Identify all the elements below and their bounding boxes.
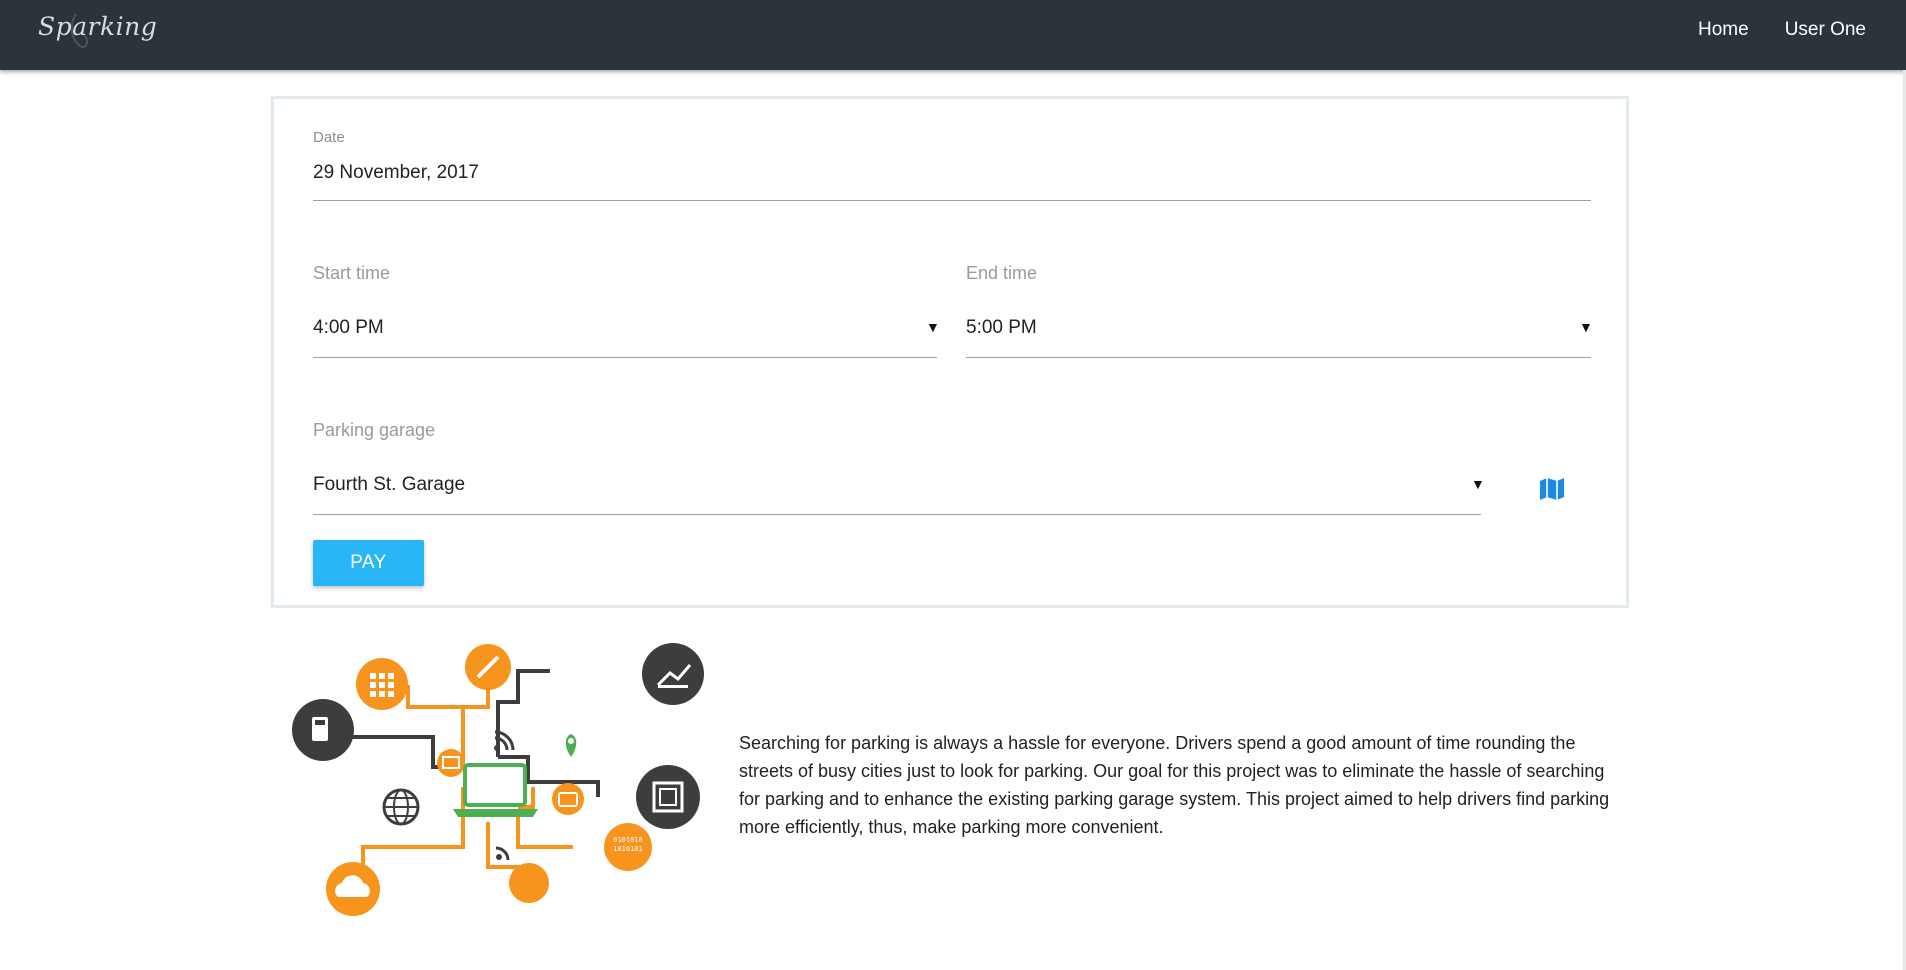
map-icon[interactable] (1539, 477, 1565, 501)
chip-circle-icon (636, 765, 700, 829)
end-time-select[interactable]: 5:00 PM (966, 317, 1037, 339)
tv-circle-icon (552, 783, 584, 815)
start-time-caret-down-icon[interactable]: ▼ (926, 319, 940, 335)
garage-underline (313, 514, 1481, 515)
money-circle-icon (437, 749, 465, 777)
connected-devices-illustration: 0101010 1010101 (292, 643, 704, 916)
start-time-select[interactable]: 4:00 PM (313, 317, 384, 339)
project-description: Searching for parking is always a hassle… (739, 733, 1610, 837)
date-underline (313, 200, 1591, 201)
top-navbar: Sparking Home User One (0, 0, 1906, 70)
end-time-underline (966, 357, 1591, 358)
pay-button[interactable]: PAY (313, 540, 424, 586)
date-input[interactable]: 29 November, 2017 (313, 162, 479, 184)
start-time-underline (313, 357, 937, 358)
garage-select[interactable]: Fourth St. Garage (313, 474, 465, 496)
brand-logo[interactable]: Sparking (38, 12, 157, 41)
laptop-icon (463, 763, 527, 807)
nav-user-link[interactable]: User One (1785, 19, 1866, 41)
end-time-label: End time (966, 263, 1038, 283)
end-time-caret-down-icon[interactable]: ▼ (1579, 319, 1593, 335)
booking-form-card: Date 29 November, 2017 Start time 4:00 P… (271, 96, 1629, 608)
social-circle-icon (509, 863, 549, 903)
garage-label: Parking garage (313, 420, 436, 440)
garage-caret-down-icon[interactable]: ▼ (1471, 476, 1485, 492)
location-pin-icon (565, 734, 577, 757)
nav-home-link[interactable]: Home (1698, 19, 1749, 41)
start-time-label: Start time (313, 263, 391, 283)
svg-text:1010101: 1010101 (613, 845, 643, 853)
svg-text:0101010: 0101010 (613, 836, 643, 844)
date-label: Date (313, 129, 345, 146)
